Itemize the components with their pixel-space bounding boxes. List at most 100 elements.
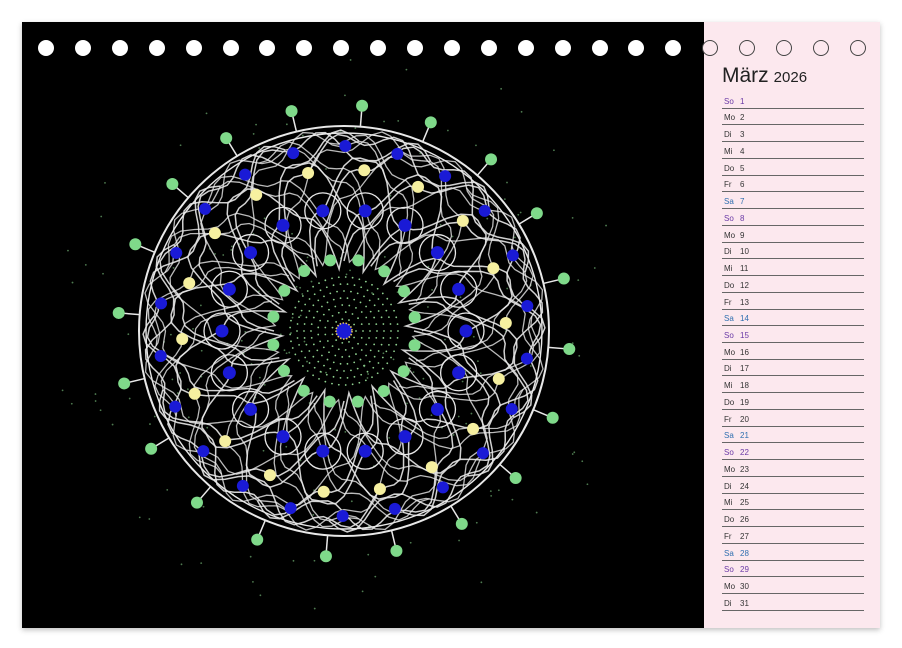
day-weekday: Mi xyxy=(724,264,733,274)
speck xyxy=(430,414,433,417)
center-speck xyxy=(373,343,376,346)
center-speck xyxy=(343,290,345,292)
yellow-dot xyxy=(219,435,232,448)
speck xyxy=(166,489,169,491)
outer-dot xyxy=(455,517,468,530)
blue-dot xyxy=(439,170,452,183)
speck xyxy=(148,518,151,520)
center-speck xyxy=(358,381,361,384)
blue-dot xyxy=(339,140,352,153)
speck xyxy=(67,249,69,252)
center-speck xyxy=(346,376,349,379)
center-speck xyxy=(363,364,365,367)
outer-dot xyxy=(563,343,576,356)
day-number: 10 xyxy=(740,247,749,257)
speck xyxy=(577,279,580,282)
center-speck xyxy=(381,356,384,359)
center-speck xyxy=(373,355,376,358)
blue-dot xyxy=(236,479,249,492)
center-speck xyxy=(376,330,378,332)
green-dot xyxy=(408,311,421,324)
blue-dot xyxy=(452,282,466,296)
center-speck xyxy=(390,303,392,306)
blue-dot xyxy=(478,204,491,217)
center-speck xyxy=(366,289,369,292)
center-speck xyxy=(328,351,330,354)
center-speck xyxy=(319,289,322,292)
center-speck xyxy=(375,323,378,326)
speck xyxy=(427,306,429,308)
blue-dot xyxy=(244,402,258,416)
center-speck xyxy=(353,284,356,287)
strand xyxy=(159,174,490,361)
center-speck xyxy=(388,343,390,346)
day-number: 18 xyxy=(740,381,749,391)
speck xyxy=(354,127,357,130)
speck xyxy=(382,352,385,355)
center-speck xyxy=(348,355,351,358)
speck xyxy=(334,428,337,431)
day-row: Do 5 xyxy=(722,159,864,176)
yellow-dot xyxy=(208,227,221,240)
center-speck xyxy=(393,309,395,312)
outer-dot xyxy=(285,105,298,118)
yellow-dot xyxy=(487,262,500,275)
center-speck xyxy=(377,362,380,364)
day-weekday: So xyxy=(724,331,734,341)
speck xyxy=(477,360,479,362)
center-speck xyxy=(329,292,332,295)
center-speck xyxy=(368,323,370,325)
blue-dot xyxy=(520,352,533,365)
center-speck xyxy=(357,342,359,345)
speck xyxy=(497,489,500,492)
center-speck xyxy=(350,290,352,293)
day-number: 11 xyxy=(740,264,749,274)
green-dot xyxy=(378,265,391,278)
day-row: Do 26 xyxy=(722,510,864,528)
speck xyxy=(70,402,73,405)
day-row: Sa 7 xyxy=(722,192,864,210)
day-number: 4 xyxy=(740,146,745,156)
day-weekday: Sa xyxy=(724,431,734,441)
day-number: 12 xyxy=(740,280,749,290)
day-number: 23 xyxy=(740,464,749,474)
speck xyxy=(578,354,581,357)
center-speck xyxy=(331,382,333,385)
center-speck xyxy=(376,287,379,290)
day-number: 26 xyxy=(740,515,749,525)
blue-dot xyxy=(316,204,330,218)
center-speck xyxy=(344,276,347,278)
blue-dot xyxy=(430,246,444,260)
center-speck xyxy=(316,310,319,313)
day-row: Mo 30 xyxy=(722,577,864,595)
day-row: Do 19 xyxy=(722,393,864,410)
center-speck xyxy=(369,330,371,332)
center-speck xyxy=(335,339,338,341)
center-speck xyxy=(390,330,392,332)
speck xyxy=(374,575,377,578)
speck xyxy=(458,539,460,542)
green-dot xyxy=(323,395,336,408)
center-speck xyxy=(298,316,300,319)
blue-dot xyxy=(430,402,444,416)
speck xyxy=(205,112,208,115)
center-speck xyxy=(346,283,349,286)
center-speck xyxy=(389,323,392,325)
speck xyxy=(472,335,475,338)
center-speck xyxy=(371,376,373,379)
speck xyxy=(187,416,190,419)
center-speck xyxy=(377,298,380,300)
month-name: März xyxy=(722,64,769,87)
center-speck xyxy=(332,375,335,378)
speck xyxy=(517,213,520,216)
speck xyxy=(299,286,302,289)
center-speck xyxy=(321,305,323,308)
day-number: 13 xyxy=(740,297,749,307)
speck xyxy=(186,388,189,391)
center-speck xyxy=(337,311,340,314)
center-speck xyxy=(335,321,338,323)
speck xyxy=(406,402,408,405)
center-speck xyxy=(360,286,363,289)
day-number: 25 xyxy=(740,498,749,508)
wall-calendar-page: März 2026 So 1 Mo 2 Di 3 Mi 4 Do 5 Fr 6 Sa 7 So 8 Mo 9 Di 10… xyxy=(22,22,880,628)
